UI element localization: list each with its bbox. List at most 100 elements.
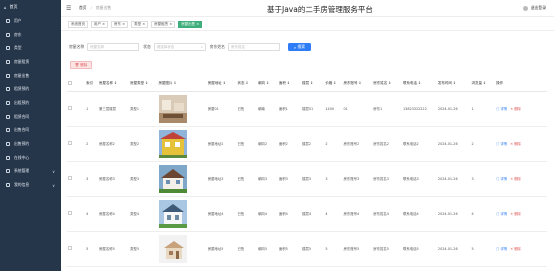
batch-delete-button[interactable]: 🗑 删除 [70, 61, 92, 69]
sidebar-item-9[interactable]: 出售合同 [0, 124, 61, 138]
table-cell: 楼层2 [301, 126, 325, 162]
table-cell: 3 [470, 161, 496, 197]
table-cell: 5 [470, 231, 496, 267]
delete-button[interactable]: ✕ 删除 [510, 212, 521, 216]
row-checkbox[interactable] [68, 246, 72, 250]
house-photo[interactable] [158, 94, 187, 123]
table-cell: 2024-01-26 [436, 91, 471, 127]
sidebar-item-2[interactable]: 房东 [0, 28, 61, 42]
select-all-checkbox[interactable] [68, 80, 72, 85]
house-photo[interactable] [158, 164, 187, 193]
tab-6[interactable]: 房屋出售 × [178, 21, 203, 28]
delete-button[interactable]: ✕ 删除 [510, 247, 521, 251]
sidebar-home-label: 首页 [9, 4, 18, 9]
sidebar-item-8[interactable]: 租赁合同 [0, 110, 61, 124]
chevron-down-icon: ∨ [52, 168, 55, 174]
column-header: 状态 ↕ [236, 76, 258, 92]
sidebar-item-5[interactable]: 房屋出售 [0, 69, 61, 83]
search-icon: ⌕ [293, 44, 296, 50]
filter-status-select[interactable]: 请选择状态 ∨ [153, 43, 206, 51]
sidebar-item-label: 租赁合同 [14, 113, 30, 119]
settings-icon [6, 169, 10, 174]
table-cell: 联系电话3 [402, 161, 437, 197]
sidebar-item-7[interactable]: 出租预约 [0, 96, 61, 110]
tab-4[interactable]: 类型 × [131, 21, 149, 28]
filter-landlord-label: 房东姓名 [209, 44, 225, 49]
tab-5[interactable]: 房屋租赁 × [151, 21, 176, 28]
sidebar-item-10[interactable]: 出售预约 [0, 137, 61, 151]
row-checkbox[interactable] [68, 106, 72, 110]
house-photo[interactable] [158, 129, 187, 158]
table-cell: 房屋地址4 [206, 196, 237, 232]
calendar-icon [6, 87, 10, 92]
column-header: 朝向 ↕ [257, 76, 278, 92]
table-cell: 楼层5 [301, 231, 325, 267]
user-area[interactable]: 退出登录 [522, 5, 546, 11]
table-cell: 房东姓名4 [372, 196, 402, 232]
tab-1[interactable]: 系统首页 [68, 21, 88, 28]
detail-button[interactable]: ▢ 详情 [496, 142, 507, 146]
sidebar-item-6[interactable]: 租赁预约 [0, 82, 61, 96]
sidebar-item-3[interactable]: 类型 [0, 41, 61, 55]
chevron-down-icon: ∨ [52, 182, 55, 188]
table-cell: 房屋名称5 [98, 231, 130, 267]
table-cell: 2 [85, 126, 99, 162]
delete-button[interactable]: ✕ 删除 [510, 107, 521, 111]
detail-button[interactable]: ▢ 详情 [496, 107, 507, 111]
sidebar-item-13[interactable]: 我的信息 ∨ [0, 178, 61, 192]
sidebar-item-12[interactable]: 系统管理 ∨ [0, 165, 61, 179]
filter-bar: 房屋名称 房屋名称 状态 请选择状态 ∨ 房东姓名 房东姓名 ⌕ 搜索 [61, 40, 554, 54]
sidebar-item-1[interactable]: 用户 [0, 14, 61, 28]
table-cell: 2024-01-26 [436, 231, 471, 267]
avatar[interactable] [522, 5, 528, 11]
filter-landlord-input[interactable]: 房东姓名 [227, 43, 280, 51]
house-sale-table: 索引 房屋名称 ↕ 房屋类型 ↕ 房屋图片 ↕ 房屋地址 ↕ 状态 ↕ 朝向 ↕ 面积 ↕ 楼层… [67, 76, 547, 267]
house-photo[interactable] [158, 199, 187, 228]
detail-button[interactable]: ▢ 详情 [496, 247, 507, 251]
breadcrumb: 首页 / 房屋出售 [79, 5, 111, 11]
row-checkbox[interactable] [68, 211, 72, 215]
row-checkbox[interactable] [68, 176, 72, 180]
delete-button[interactable]: ✕ 删除 [510, 177, 521, 181]
hamburger-menu-icon[interactable]: ☰ [66, 5, 73, 12]
breadcrumb-current: 房屋出售 [95, 5, 112, 10]
sidebar-home[interactable]: ⌂ 首页 [0, 0, 61, 14]
table-cell: 3 [85, 161, 99, 197]
trash-icon: 🗑 [74, 63, 80, 67]
filter-name-input[interactable]: 房屋名称 [87, 43, 140, 51]
table-cell: 面积5 [277, 231, 302, 267]
detail-button[interactable]: ▢ 详情 [496, 212, 507, 216]
logout-link[interactable]: 退出登录 [531, 5, 546, 11]
column-header[interactable] [67, 76, 86, 92]
table-cell: 第三层楼层 [98, 91, 130, 127]
house-image-cell [157, 231, 207, 267]
profile-icon [6, 183, 10, 188]
table-cell: 5 [324, 231, 343, 267]
table-cell: 2 [324, 126, 343, 162]
search-button[interactable]: ⌕ 搜索 [287, 43, 311, 51]
house-image-cell [157, 91, 207, 127]
table-cell: 房东账号2 [342, 126, 373, 162]
tab-3[interactable]: 房东 × [111, 21, 129, 28]
row-actions: ▢ 详情 ✕ 删除 [495, 196, 547, 232]
landlord-icon [6, 32, 10, 37]
column-header: 房东姓名 ↕ [372, 76, 402, 92]
tab-2[interactable]: 用户 × [91, 21, 109, 28]
sidebar-item-label: 出租预约 [14, 99, 30, 105]
topbar: ☰ 首页 / 房屋出售 基于Java的二手房管理服务平台 退出登录 [61, 0, 554, 17]
row-checkbox[interactable] [68, 141, 72, 145]
sidebar-item-11[interactable]: 在线中心 [0, 151, 61, 165]
breadcrumb-home[interactable]: 首页 [79, 5, 87, 11]
table-row: 5 房屋名称5 类型5 房屋地址5 已售 朝向5 面积5 楼层5 5 房东账号5 房东姓名5 联系电话… [67, 231, 547, 267]
sidebar-item-label: 出售预约 [14, 141, 30, 147]
table-cell: 面积4 [277, 196, 302, 232]
table-cell: 类型4 [129, 196, 158, 232]
table-cell: 类型1 [129, 91, 158, 127]
delete-button[interactable]: ✕ 删除 [510, 142, 521, 146]
house-photo[interactable] [158, 234, 187, 263]
detail-button[interactable]: ▢ 详情 [496, 177, 507, 181]
sidebar-item-4[interactable]: 房屋租赁 [0, 55, 61, 69]
booking-icon [6, 100, 10, 105]
table-row: 1 第三层楼层 类型1 房屋01 已售 朝南 面积1 楼层01 1400 01 房东1 1382332… [67, 91, 547, 127]
table-cell: 类型3 [129, 161, 158, 197]
